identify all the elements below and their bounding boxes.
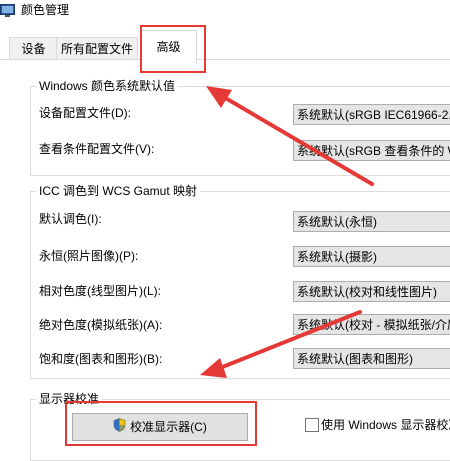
saturation-select[interactable]: 系统默认(图表和图形) [293, 348, 450, 369]
windows-defaults-group [30, 86, 450, 176]
color-management-app-icon [0, 4, 15, 18]
saturation-label: 饱和度(图表和图形)(B): [39, 352, 163, 366]
device-profile-label: 设备配置文件(D): [39, 106, 131, 120]
viewing-conditions-select[interactable]: 系统默认(sRGB 查看条件的 Windows [293, 140, 450, 161]
use-windows-calibration-label: 使用 Windows 显示器校准 [321, 418, 450, 432]
windows-defaults-title: Windows 颜色系统默认值 [36, 79, 179, 93]
annotation-highlight-advanced-tab [140, 25, 206, 73]
relative-colorimetric-select[interactable]: 系统默认(校对和线性图片) [293, 281, 450, 302]
viewing-conditions-label: 查看条件配置文件(V): [39, 142, 155, 156]
relative-colorimetric-label: 相对色度(线型图片)(L): [39, 284, 161, 298]
device-profile-select[interactable]: 系统默认(sRGB IEC61966-2.1) [293, 104, 450, 125]
perceptual-label: 永恒(照片图像)(P): [39, 249, 139, 263]
default-rendering-select[interactable]: 系统默认(永恒) [293, 211, 450, 232]
use-windows-calibration-checkbox[interactable] [305, 418, 319, 432]
annotation-highlight-calibrate-button [65, 401, 257, 446]
window-title: 颜色管理 [21, 3, 70, 17]
gamut-mapping-title: ICC 调色到 WCS Gamut 映射 [36, 184, 201, 198]
tab-devices[interactable]: 设备 [9, 37, 58, 60]
default-rendering-label: 默认调色(I): [39, 212, 102, 226]
absolute-colorimetric-select[interactable]: 系统默认(校对 - 模拟纸张/介质) [293, 314, 450, 335]
tab-all-profiles[interactable]: 所有配置文件 [56, 37, 138, 60]
perceptual-select[interactable]: 系统默认(摄影) [293, 246, 450, 267]
absolute-colorimetric-label: 绝对色度(模拟纸张)(A): [39, 318, 163, 332]
